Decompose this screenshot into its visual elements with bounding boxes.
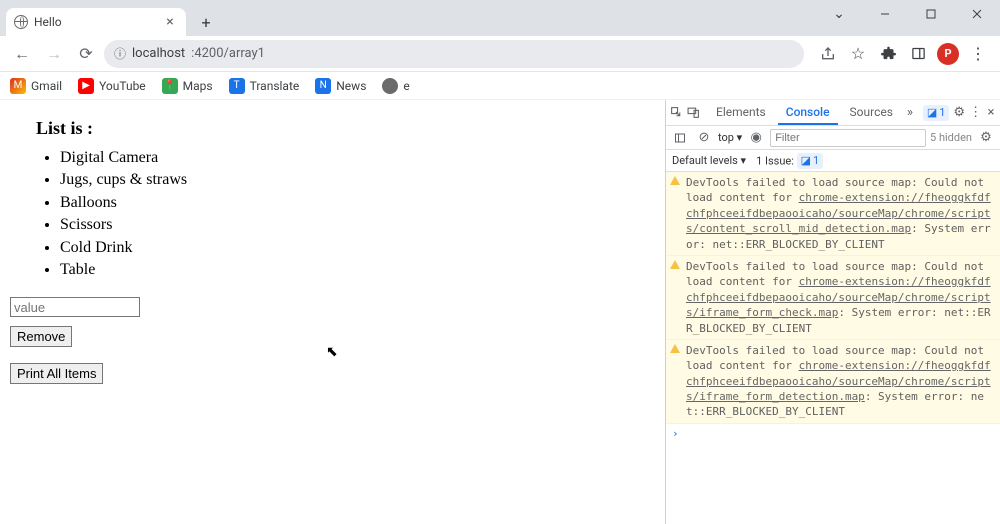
bookmark-e[interactable]: e xyxy=(382,78,409,94)
forward-button[interactable]: → xyxy=(40,40,68,68)
console-gear-icon[interactable]: ⚙ xyxy=(976,128,996,148)
console-prompt[interactable]: › xyxy=(666,424,1000,443)
items-list: Digital CameraJugs, cups & strawsBalloon… xyxy=(10,147,655,281)
bookmark-label: Maps xyxy=(183,79,213,93)
list-item: Table xyxy=(60,259,655,281)
bookmark-gmail[interactable]: M Gmail xyxy=(10,78,62,94)
log-levels-selector[interactable]: Default levels ▾ xyxy=(672,154,746,167)
window-maximize-button[interactable] xyxy=(908,0,954,28)
side-panel-icon[interactable] xyxy=(904,40,932,68)
bookmark-youtube[interactable]: ▶ YouTube xyxy=(78,78,146,94)
eye-icon[interactable]: ◉ xyxy=(746,128,766,148)
inspect-icon[interactable] xyxy=(670,103,683,123)
tab-close-icon[interactable]: × xyxy=(162,14,178,30)
clear-console-icon[interactable]: ⊘ xyxy=(694,128,714,148)
site-info-icon[interactable]: ⓘ xyxy=(114,45,126,62)
hidden-count-text: 5 hidden xyxy=(930,131,972,144)
gmail-icon: M xyxy=(10,78,26,94)
devtools-panel: ElementsConsoleSources » ◪ 1 ⚙ ⋮ × ⊘ top… xyxy=(665,100,1000,524)
devtools-close-icon[interactable]: × xyxy=(986,103,996,123)
bookmark-star-icon[interactable]: ☆ xyxy=(844,40,872,68)
url-rest: :4200/array1 xyxy=(191,46,265,61)
back-button[interactable]: ← xyxy=(8,40,36,68)
reload-button[interactable]: ⟳ xyxy=(72,40,100,68)
browser-tab[interactable]: Hello × xyxy=(6,8,186,36)
bookmarks-bar: M Gmail ▶ YouTube 📍 Maps T Translate N News e xyxy=(0,72,1000,100)
translate-icon: T xyxy=(229,78,245,94)
sourcemap-link[interactable]: chrome-extension://fheoggkfdfchfphceeifd… xyxy=(686,359,991,403)
list-item: Jugs, cups & straws xyxy=(60,169,655,191)
address-bar[interactable]: ⓘ localhost :4200/array1 xyxy=(104,40,804,68)
new-tab-button[interactable]: + xyxy=(192,8,220,36)
devtools-gear-icon[interactable]: ⚙ xyxy=(953,103,965,123)
device-toggle-icon[interactable] xyxy=(687,103,700,123)
list-heading: List is : xyxy=(36,118,655,139)
youtube-icon: ▶ xyxy=(78,78,94,94)
bookmark-translate[interactable]: T Translate xyxy=(229,78,300,94)
mouse-cursor-icon: ⬉ xyxy=(326,344,338,360)
sourcemap-link[interactable]: chrome-extension://fheoggkfdfchfphceeifd… xyxy=(686,275,991,319)
bookmark-label: Translate xyxy=(250,79,300,93)
e-icon xyxy=(382,78,398,94)
sidebar-toggle-icon[interactable] xyxy=(670,128,690,148)
filter-input[interactable] xyxy=(770,129,926,147)
list-item: Balloons xyxy=(60,192,655,214)
extensions-icon[interactable] xyxy=(874,40,902,68)
console-warning-row: DevTools failed to load source map: Coul… xyxy=(666,256,1000,340)
share-icon[interactable] xyxy=(814,40,842,68)
list-item: Cold Drink xyxy=(60,237,655,259)
console-warning-row: DevTools failed to load source map: Coul… xyxy=(666,172,1000,256)
warning-icon xyxy=(670,344,680,353)
bookmark-maps[interactable]: 📍 Maps xyxy=(162,78,213,94)
devtools-kebab-icon[interactable]: ⋮ xyxy=(969,103,982,123)
bookmark-news[interactable]: N News xyxy=(315,78,366,94)
warning-icon xyxy=(670,260,680,269)
bookmark-label: e xyxy=(403,79,409,93)
globe-icon xyxy=(14,15,28,29)
tab-title: Hello xyxy=(34,15,62,29)
warning-icon xyxy=(670,176,680,185)
value-input[interactable] xyxy=(10,297,140,317)
overflow-tabs-icon[interactable]: » xyxy=(905,103,915,123)
list-item: Digital Camera xyxy=(60,147,655,169)
bookmark-label: News xyxy=(336,79,366,93)
sourcemap-link[interactable]: chrome-extension://fheoggkfdfchfphceeifd… xyxy=(686,191,991,235)
list-item: Scissors xyxy=(60,214,655,236)
page-content: List is : Digital CameraJugs, cups & str… xyxy=(0,100,665,524)
url-host: localhost xyxy=(132,46,185,61)
chevron-down-icon[interactable]: ⌄ xyxy=(816,0,862,28)
profile-avatar[interactable]: P xyxy=(934,40,962,68)
toolbar: ← → ⟳ ⓘ localhost :4200/array1 ☆ P ⋮ xyxy=(0,36,1000,72)
news-icon: N xyxy=(315,78,331,94)
window-close-button[interactable] xyxy=(954,0,1000,28)
devtools-tab-sources[interactable]: Sources xyxy=(842,101,901,125)
kebab-menu-icon[interactable]: ⋮ xyxy=(964,40,992,68)
devtools-tab-console[interactable]: Console xyxy=(778,101,838,125)
bookmark-label: YouTube xyxy=(99,79,146,93)
bookmark-label: Gmail xyxy=(31,79,62,93)
error-count-badge[interactable]: ◪ 1 xyxy=(923,105,950,121)
window-minimize-button[interactable] xyxy=(862,0,908,28)
context-selector[interactable]: top ▾ xyxy=(718,131,742,144)
console-warning-row: DevTools failed to load source map: Coul… xyxy=(666,340,1000,424)
remove-button[interactable]: Remove xyxy=(10,326,72,347)
devtools-tab-elements[interactable]: Elements xyxy=(708,101,774,125)
tab-strip: Hello × + ⌄ xyxy=(0,0,1000,36)
issues-link[interactable]: 1 Issue: ◪ 1 xyxy=(756,153,823,169)
maps-icon: 📍 xyxy=(162,78,178,94)
print-all-button[interactable]: Print All Items xyxy=(10,363,103,384)
